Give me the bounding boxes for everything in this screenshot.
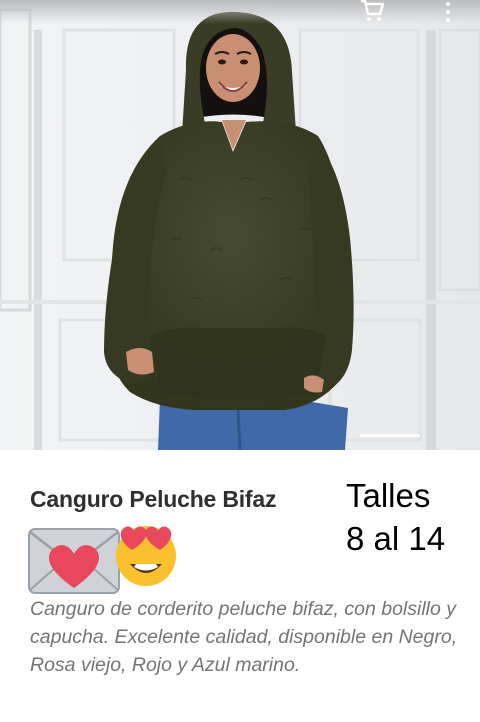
more-options-button[interactable] (436, 0, 460, 24)
more-vertical-icon-dot (446, 10, 450, 14)
image-page-indicator (360, 434, 420, 437)
sizes-label-line1: Talles (346, 477, 431, 514)
product-title: Canguro Peluche Bifaz (30, 486, 277, 512)
more-vertical-icon-dot (446, 18, 450, 22)
sizes-label: Talles 8 al 14 (346, 474, 476, 560)
shopping-cart-icon (361, 0, 384, 21)
status-bar-shade (0, 0, 480, 24)
sizes-label-line2: 8 al 14 (346, 520, 446, 557)
product-photo-illustration (0, 0, 480, 450)
emoji-row (26, 520, 186, 598)
product-description: Canguro de corderito peluche bifaz, con … (30, 598, 458, 676)
love-letter-emoji (28, 528, 120, 594)
heart-eyes-emoji (116, 526, 176, 586)
product-photo[interactable] (0, 0, 480, 450)
cart-button[interactable] (360, 0, 390, 24)
more-vertical-icon-dot (446, 2, 450, 6)
